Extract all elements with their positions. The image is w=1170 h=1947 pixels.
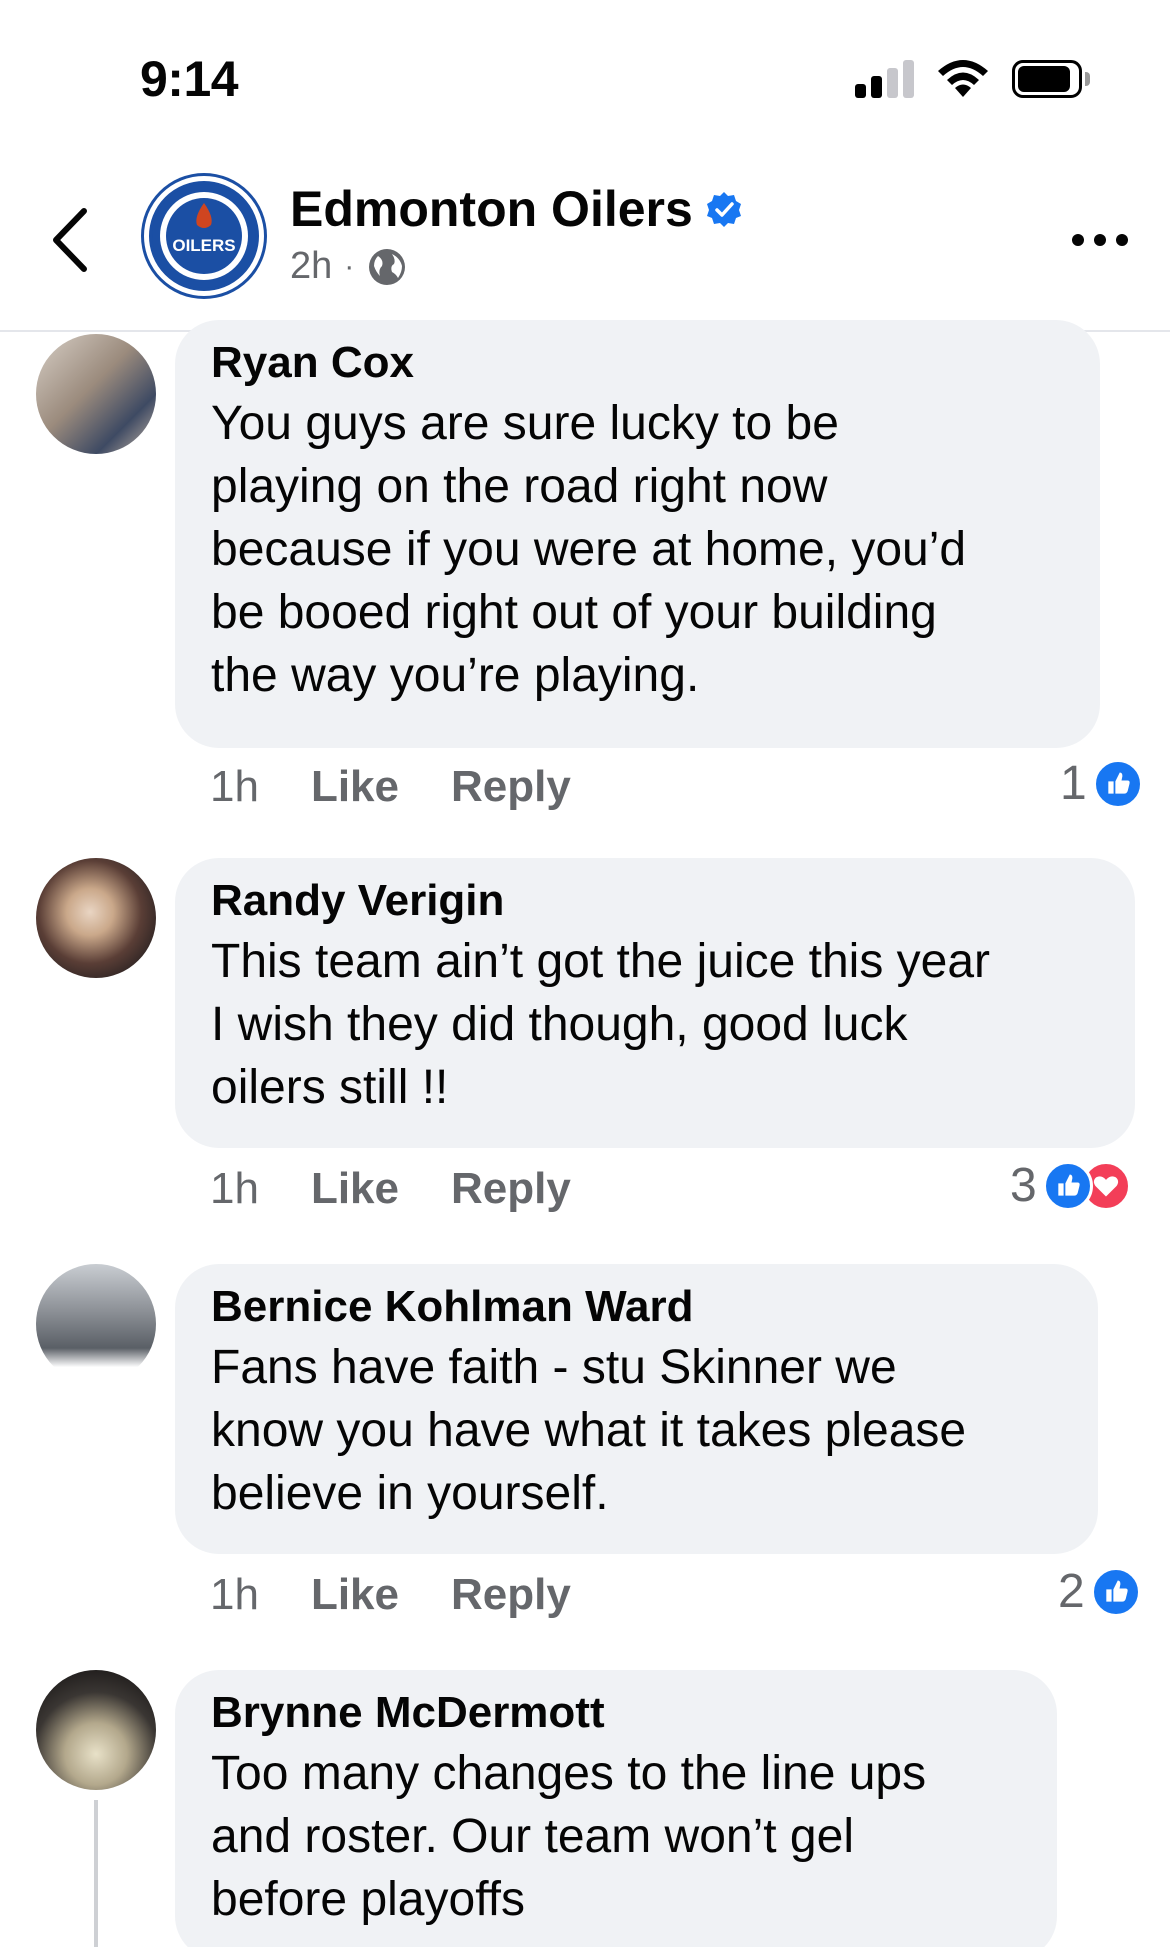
comment-text-line: believe in yourself. [211,1467,609,1520]
comment-time[interactable]: 1h [210,762,259,812]
reaction-count: 1 [1060,757,1087,810]
avatar[interactable] [36,1670,156,1790]
post-header: OILERS Edmonton Oilers 2h · [0,150,1170,332]
like-icon [1042,1160,1093,1211]
comment-author[interactable]: Bernice Kohlman Ward [211,1278,1062,1336]
comment-bubble[interactable]: Brynne McDermott Too many changes to the… [175,1670,1057,1947]
reply-button[interactable]: Reply [451,762,571,812]
like-button[interactable]: Like [311,1570,399,1620]
comment-text-line: and roster. Our team won’t gel [211,1810,854,1863]
comment-author[interactable]: Brynne McDermott [211,1684,1021,1742]
meta-separator: · [344,249,355,283]
comment-text-line: playing on the road right now [211,460,828,513]
comment-text-line: be booed right out of your building [211,586,937,639]
reaction-summary[interactable]: 1 [1060,756,1143,811]
reply-thread-line [94,1800,98,1947]
avatar[interactable] [36,1264,156,1384]
reaction-summary[interactable]: 2 [1058,1564,1141,1619]
comment-actions: 1h Like Reply [210,1164,623,1214]
battery-icon [1012,60,1090,98]
page-avatar[interactable]: OILERS [144,176,264,296]
like-icon [1092,758,1143,809]
comment-author[interactable]: Randy Verigin [211,872,1099,930]
comment-text-line: before playoffs [211,1873,525,1926]
comment-actions: 1h Like Reply [210,762,623,812]
comment-time[interactable]: 1h [210,1570,259,1620]
comment-text-line: I wish they did though, good luck [211,998,908,1051]
more-options-icon[interactable] [1070,230,1130,250]
back-chevron-icon[interactable] [50,205,90,275]
comment-text-line: because if you were at home, you’d [211,523,967,576]
wifi-icon [938,60,988,97]
reaction-count: 2 [1058,1565,1085,1618]
status-bar: 9:14 [0,0,1170,150]
reaction-count: 3 [1010,1159,1037,1212]
comment-time[interactable]: 1h [210,1164,259,1214]
avatar[interactable] [36,858,156,978]
comment-author[interactable]: Ryan Cox [211,334,1064,392]
comment-text-line: oilers still !! [211,1061,449,1114]
comment-actions: 1h Like Reply [210,1570,623,1620]
comment-text-line: You guys are sure lucky to be [211,397,839,450]
like-button[interactable]: Like [311,1164,399,1214]
like-button[interactable]: Like [311,762,399,812]
reply-button[interactable]: Reply [451,1164,571,1214]
svg-text:OILERS: OILERS [172,236,235,255]
page-title[interactable]: Edmonton Oilers [290,180,693,238]
comment-text-line: know you have what it takes please [211,1404,967,1457]
comment-bubble[interactable]: Bernice Kohlman Ward Fans have faith - s… [175,1264,1098,1554]
oilers-logo-icon: OILERS [152,184,256,288]
cellular-signal-icon [855,58,915,98]
comment-bubble[interactable]: Randy Verigin This team ain’t got the ju… [175,858,1135,1148]
reaction-summary[interactable]: 3 [1010,1158,1131,1213]
post-meta: 2h · [290,245,408,288]
reply-button[interactable]: Reply [451,1570,571,1620]
post-timestamp[interactable]: 2h [290,245,332,288]
comment-text-line: the way you’re playing. [211,649,700,702]
avatar[interactable] [36,334,156,454]
comment-text-line: Fans have faith - stu Skinner we [211,1341,897,1394]
comment-bubble[interactable]: Ryan Cox You guys are sure lucky to be p… [175,320,1100,748]
comment-text-line: Too many changes to the line ups [211,1747,927,1800]
like-icon [1090,1566,1141,1617]
verified-badge-icon [706,192,741,227]
comment-text-line: This team ain’t got the juice this year [211,935,991,988]
status-time: 9:14 [140,51,239,107]
globe-icon [369,248,406,285]
